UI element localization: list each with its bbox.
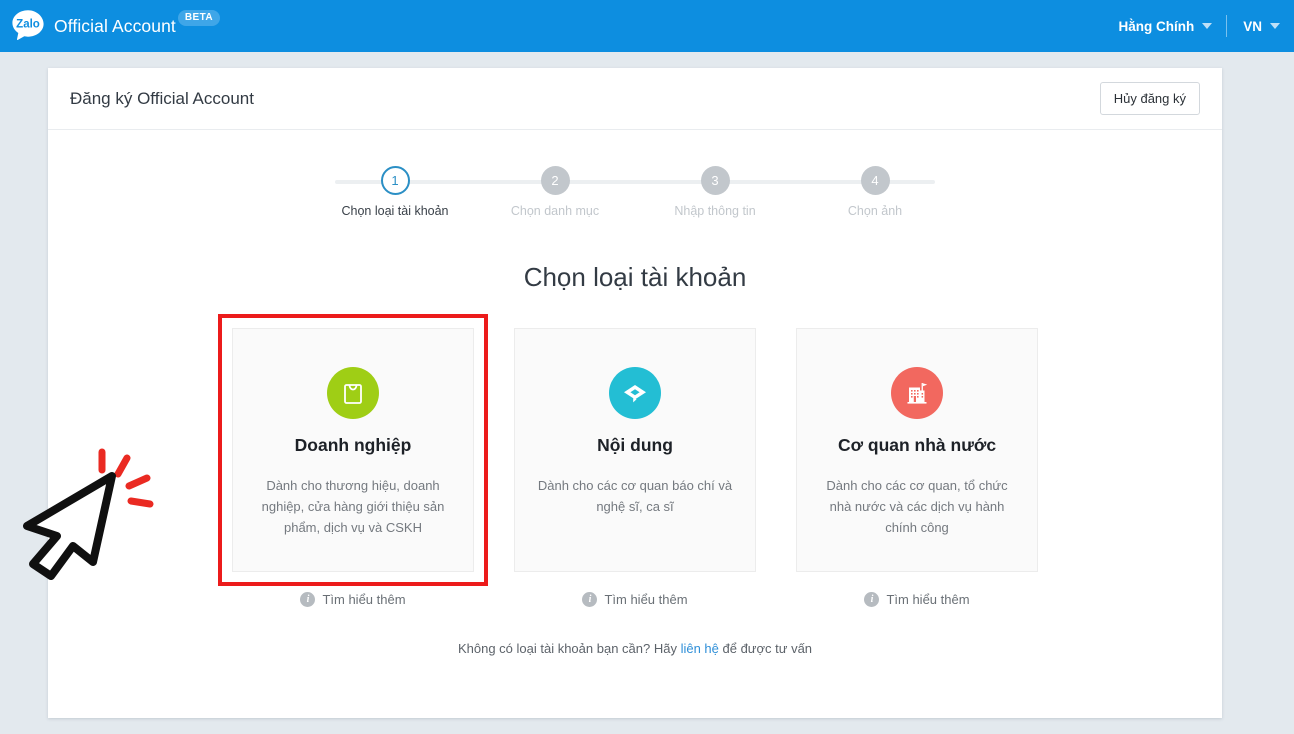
learn-more-government-label: Tìm hiểu thêm [886,592,970,607]
header-right-area: Hằng Chính VN [1118,0,1294,52]
account-type-option-content: Nội dung Dành cho các cơ quan báo chí và… [514,328,756,607]
step-4[interactable]: 4 Chọn ảnh [795,166,955,218]
shopping-bag-icon [327,367,379,419]
step-1-bullet: 1 [380,166,410,195]
account-type-cards: Doanh nghiệp Dành cho thương hiệu, doanh… [23,314,1222,607]
language-label: VN [1243,18,1262,34]
zalo-wordmark: Zalo [16,19,40,31]
info-icon: i [300,592,316,607]
learn-more-government[interactable]: i Tìm hiểu thêm [796,592,1038,607]
card-content[interactable]: Nội dung Dành cho các cơ quan báo chí và… [514,328,756,572]
language-menu[interactable]: VN [1227,19,1280,34]
card-business-description: Dành cho thương hiệu, doanh nghiệp, cửa … [261,478,445,535]
footnote-text-before: Không có loại tài khoản bạn cần? Hãy [457,641,681,656]
mouse-cursor-illustration [17,438,217,588]
cursor-arrow-icon [23,472,116,580]
beta-badge: BETA [177,10,220,26]
info-icon: i [864,592,880,607]
registration-stepper: 1 Chọn loại tài khoản 2 Chọn danh mục 3 … [315,166,955,218]
step-3[interactable]: 3 Nhập thông tin [635,166,795,218]
card-government[interactable]: Cơ quan nhà nước Dành cho các cơ quan, t… [796,328,1038,572]
step-3-bullet: 3 [700,166,730,195]
brand-area: Zalo Official Account BETA [0,7,220,45]
page-body: Đăng ký Official Account Hủy đăng ký 1 C… [0,52,1294,718]
account-type-option-government: Cơ quan nhà nước Dành cho các cơ quan, t… [796,328,1038,607]
cancel-registration-button[interactable]: Hủy đăng ký [1099,82,1200,115]
chevron-down-icon [1202,23,1213,29]
account-type-option-business: Doanh nghiệp Dành cho thương hiệu, doanh… [23,314,488,607]
step-4-label: Chọn ảnh [847,204,903,218]
registration-panel: Đăng ký Official Account Hủy đăng ký 1 C… [23,68,1222,718]
user-menu[interactable]: Hằng Chính [1118,19,1226,34]
step-3-label: Nhập thông tin [674,204,756,218]
card-business[interactable]: Doanh nghiệp Dành cho thương hiệu, doanh… [232,328,474,572]
contact-link[interactable]: liên hệ [681,641,719,656]
content-diamond-icon [609,367,661,419]
learn-more-business[interactable]: i Tìm hiểu thêm [232,592,474,607]
user-name-label: Hằng Chính [1118,18,1195,34]
app-header: Zalo Official Account BETA Hằng Chính VN [0,0,1294,52]
step-4-bullet: 4 [860,166,890,195]
step-1-label: Chọn loại tài khoản [341,204,449,218]
step-2-label: Chọn danh mục [510,204,600,218]
step-2[interactable]: 2 Chọn danh mục [475,166,635,218]
info-icon: i [582,592,598,607]
learn-more-content-label: Tìm hiểu thêm [604,592,688,607]
step-1[interactable]: 1 Chọn loại tài khoản [315,166,475,218]
zalo-logo-icon: Zalo [9,7,47,45]
learn-more-content[interactable]: i Tìm hiểu thêm [514,592,756,607]
brand-title: Official Account [54,15,176,36]
learn-more-business-label: Tìm hiểu thêm [322,592,406,607]
card-government-description: Dành cho các cơ quan, tổ chức nhà nước v… [826,478,1008,535]
card-government-title: Cơ quan nhà nước [837,435,997,455]
panel-header: Đăng ký Official Account Hủy đăng ký [48,68,1222,130]
click-burst-icon [98,448,154,508]
card-content-title: Nội dung [597,435,673,455]
card-content-description: Dành cho các cơ quan báo chí và nghệ sĩ,… [537,478,733,514]
footnote-text-after: để được tư vấn [718,641,813,656]
main-heading: Chọn loại tài khoản [523,262,747,292]
page-title: Đăng ký Official Account [70,88,254,108]
government-building-icon [891,367,943,419]
footnote: Không có loại tài khoản bạn cần? Hãy liê… [48,641,1222,656]
card-business-title: Doanh nghiệp [294,435,412,455]
step-2-bullet: 2 [540,166,570,195]
chevron-down-icon [1270,23,1280,29]
